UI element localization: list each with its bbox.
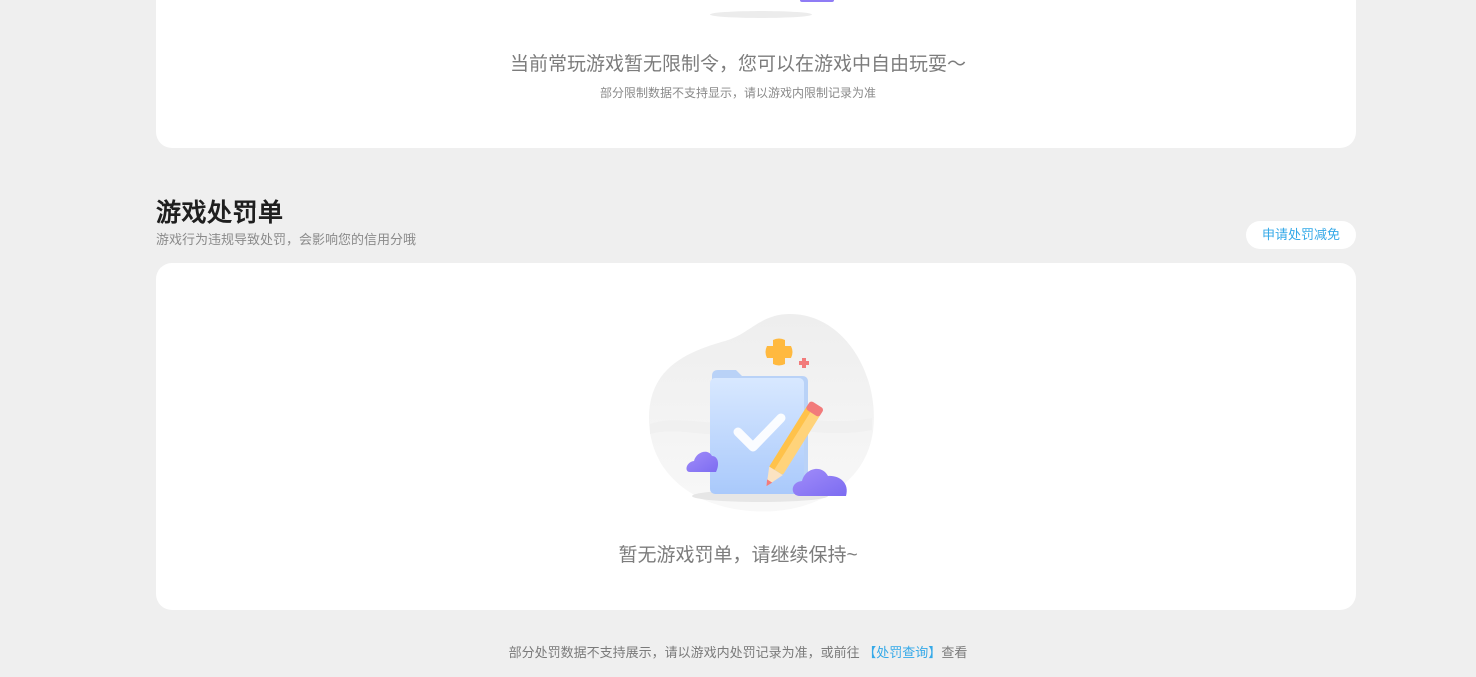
- section-title: 游戏处罚单: [156, 199, 284, 227]
- footer-note: 部分处罚数据不支持展示，请以游戏内处罚记录为准，或前往 【处罚查询】查看: [0, 642, 1476, 661]
- section-subtitle: 游戏行为违规导致处罚，会影响您的信用分哦: [156, 232, 417, 247]
- penalty-empty-text: 暂无游戏罚单，请继续保持~: [618, 545, 858, 566]
- footer-suffix: 查看: [941, 645, 968, 660]
- illustration-fragment: [800, 0, 834, 2]
- restriction-empty-text: 当前常玩游戏暂无限制令，您可以在游戏中自由玩耍～: [509, 54, 966, 75]
- penalty-query-link[interactable]: 【处罚查询】: [863, 645, 941, 660]
- restriction-note: 部分限制数据不支持显示，请以游戏内限制记录为准: [599, 86, 876, 100]
- illustration-shadow: [710, 11, 812, 18]
- footer-prefix: 部分处罚数据不支持展示，请以游戏内处罚记录为准，或前往: [508, 645, 860, 660]
- apply-penalty-reduction-button[interactable]: 申请处罚减免: [1246, 221, 1356, 249]
- folder-check-pencil-icon: [648, 314, 874, 512]
